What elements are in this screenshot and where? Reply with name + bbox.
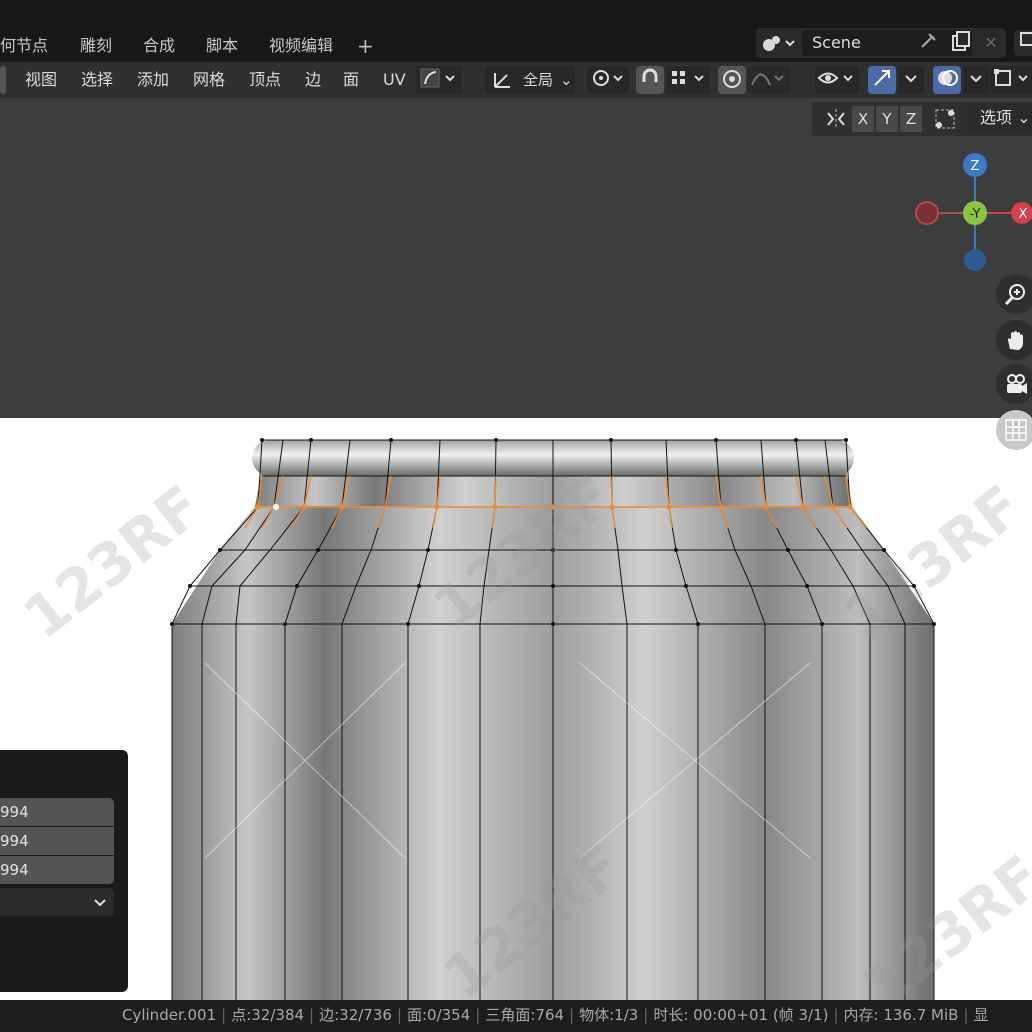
pivot-icon bbox=[593, 70, 623, 86]
option-dropdown[interactable] bbox=[0, 888, 114, 916]
curve-icon bbox=[420, 68, 455, 88]
add-workspace-button[interactable]: + bbox=[357, 32, 374, 60]
navigation-gizmo[interactable]: Z X -Y bbox=[900, 140, 1032, 280]
tab-scripting[interactable]: 脚本 bbox=[206, 32, 238, 60]
status-time: 时长: 00:00+01 (帧 3/1) bbox=[653, 1006, 829, 1024]
options-label: 选项 bbox=[980, 108, 1013, 127]
gizmo-neg-x-axis[interactable] bbox=[915, 201, 939, 225]
delete-scene-icon[interactable]: ✕ bbox=[978, 30, 1004, 56]
options-dropdown[interactable]: 选项 ⌄ bbox=[968, 104, 1032, 132]
hand-pan-icon[interactable] bbox=[996, 320, 1032, 360]
zoom-icon[interactable] bbox=[996, 274, 1032, 314]
menu-edge[interactable]: 边 bbox=[305, 66, 321, 94]
xray-dropdown[interactable] bbox=[990, 66, 1032, 94]
new-scene-icon[interactable] bbox=[947, 30, 973, 56]
snap-toggle[interactable] bbox=[636, 66, 664, 94]
grid-snap-icon bbox=[672, 71, 704, 84]
orientation-label: 全局 bbox=[523, 71, 554, 89]
chevron-down-icon bbox=[970, 75, 982, 83]
viewport-background bbox=[0, 98, 1032, 418]
menu-vertex[interactable]: 顶点 bbox=[249, 66, 281, 94]
perspective-grid-icon[interactable] bbox=[996, 410, 1032, 450]
mesh-edit-overlay-icon bbox=[994, 69, 1028, 86]
menu-view[interactable]: 视图 bbox=[25, 66, 57, 94]
pivot-point-dropdown[interactable] bbox=[587, 66, 629, 94]
snap-target-dropdown[interactable] bbox=[666, 66, 710, 94]
menu-face[interactable]: 面 bbox=[343, 66, 359, 94]
transform-orientation-dropdown[interactable]: 全局 ⌄ bbox=[485, 66, 575, 94]
view-layer-icon[interactable] bbox=[1014, 30, 1032, 56]
status-tris: 三角面:764 bbox=[485, 1006, 565, 1024]
proportional-icon bbox=[723, 70, 741, 88]
status-edges: 边:32/736 bbox=[319, 1006, 392, 1024]
overlay-icon bbox=[938, 70, 958, 86]
gizmo-toggle[interactable] bbox=[868, 66, 896, 94]
chevron-down-icon: ⌄ bbox=[1017, 108, 1031, 127]
topology-mirror-icon[interactable] bbox=[932, 106, 958, 132]
pin-icon[interactable] bbox=[916, 30, 942, 56]
tab-sculpt[interactable]: 雕刻 bbox=[80, 32, 112, 60]
overlay-dropdown[interactable] bbox=[963, 66, 989, 94]
status-verts: 点:32/384 bbox=[231, 1006, 305, 1024]
menu-mesh[interactable]: 网格 bbox=[193, 66, 225, 94]
proportional-edit-toggle[interactable] bbox=[718, 66, 746, 94]
mirror-axis-z[interactable]: Z bbox=[900, 106, 922, 132]
value-field-x[interactable]: 994 bbox=[0, 798, 114, 826]
value-field-z[interactable]: 994 bbox=[0, 856, 114, 884]
eye-select-icon bbox=[817, 72, 853, 84]
falloff-icon bbox=[751, 73, 784, 86]
status-object: Cylinder.001 bbox=[122, 1006, 217, 1024]
gizmo-neg-z-axis[interactable] bbox=[964, 249, 986, 271]
status-faces: 面:0/354 bbox=[406, 1006, 471, 1024]
overlay-toggle[interactable] bbox=[933, 66, 961, 94]
camera-view-icon[interactable] bbox=[996, 364, 1032, 404]
gizmo-y-label: -Y bbox=[969, 207, 980, 222]
magnet-icon bbox=[642, 68, 658, 82]
scene-icon[interactable] bbox=[760, 32, 800, 54]
tab-geometry-nodes[interactable]: 何节点 bbox=[0, 32, 48, 60]
mirror-axis-y[interactable]: Y bbox=[876, 106, 898, 132]
mirror-axis-x[interactable]: X bbox=[852, 106, 874, 132]
mode-selector[interactable] bbox=[0, 66, 6, 94]
status-memory: 内存: 136.7 MiB bbox=[843, 1006, 959, 1024]
gizmo-icon bbox=[874, 70, 890, 86]
status-extra: 显 bbox=[973, 1006, 989, 1024]
orientation-icon bbox=[494, 73, 510, 88]
menu-select[interactable]: 选择 bbox=[81, 66, 113, 94]
menu-uv[interactable]: UV bbox=[383, 66, 406, 94]
tab-compositing[interactable]: 合成 bbox=[143, 32, 175, 60]
status-bar: Cylinder.001 | 点:32/384 | 边:32/736 | 面:0/354 | 三… bbox=[0, 1000, 1032, 1032]
chevron-down-icon bbox=[905, 75, 917, 83]
mirror-icon[interactable] bbox=[824, 106, 848, 132]
gizmo-x-label: X bbox=[1019, 207, 1028, 222]
menu-add[interactable]: 添加 bbox=[137, 66, 169, 94]
reference-image: 123RF 123RF 123RF 123RF 123RF bbox=[0, 418, 1032, 1000]
chevron-down-icon bbox=[94, 899, 106, 907]
tab-video-editing[interactable]: 视频编辑 bbox=[269, 32, 333, 60]
scene-dropdown-icon bbox=[763, 36, 795, 51]
value-field-y[interactable]: 994 bbox=[0, 827, 114, 855]
gizmo-dropdown[interactable] bbox=[898, 66, 924, 94]
visibility-dropdown[interactable] bbox=[815, 66, 859, 94]
chevron-down-icon: ⌄ bbox=[560, 71, 573, 89]
status-objects: 物体:1/3 bbox=[579, 1006, 639, 1024]
falloff-dropdown[interactable] bbox=[748, 66, 790, 94]
uv-sync-dropdown[interactable] bbox=[416, 66, 462, 94]
gizmo-z-label: Z bbox=[971, 159, 980, 174]
